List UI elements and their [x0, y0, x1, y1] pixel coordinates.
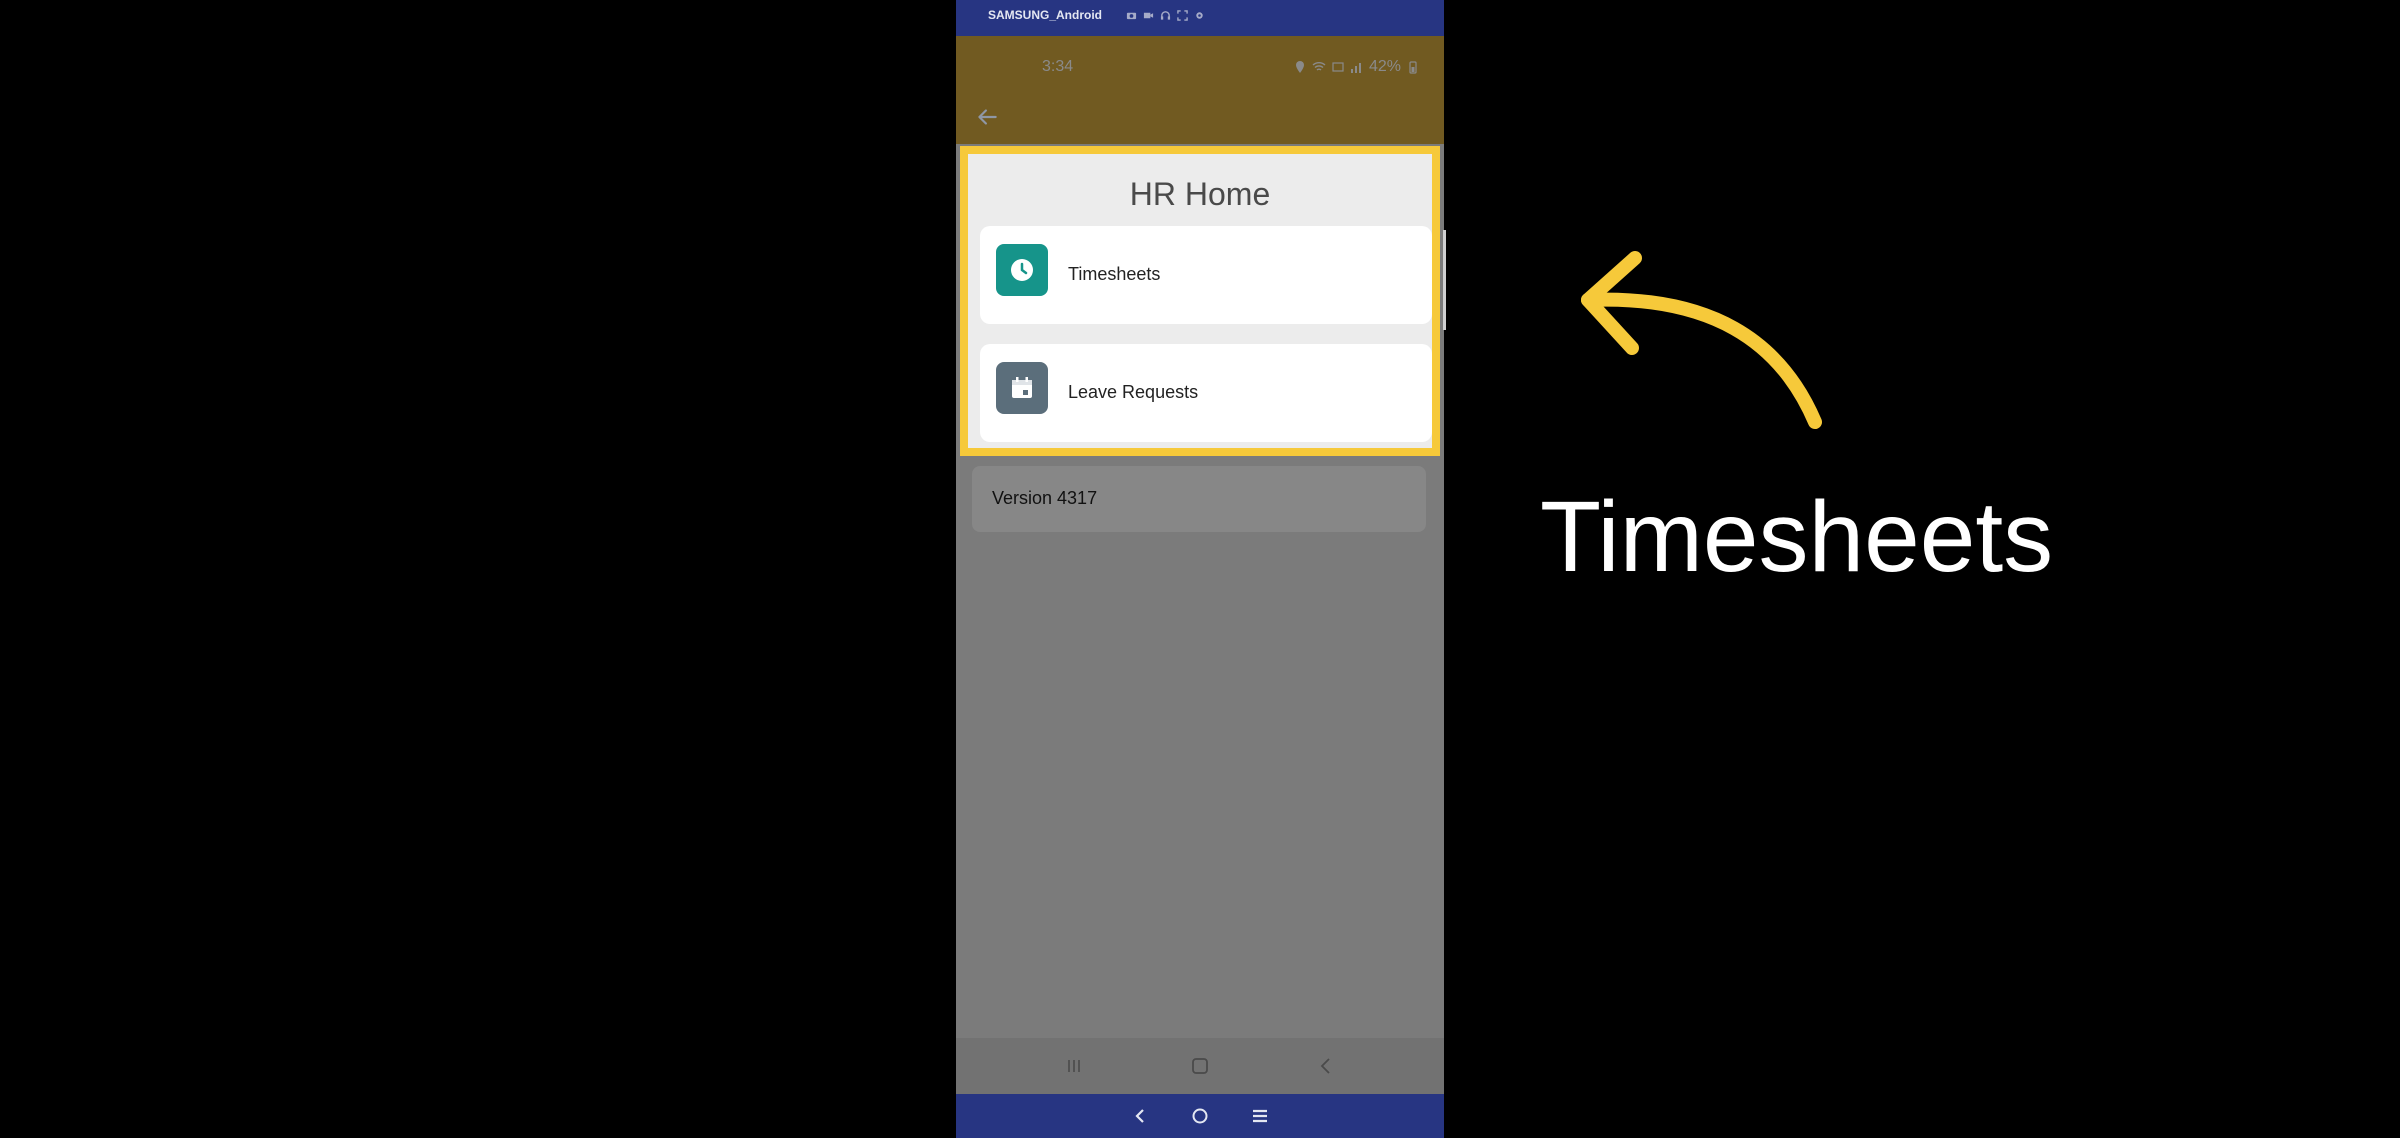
clock-icon [996, 244, 1048, 296]
record-icon[interactable] [1143, 10, 1154, 21]
home-icon[interactable] [1188, 1054, 1212, 1078]
leave-requests-label: Leave Requests [1068, 382, 1199, 402]
wifi-icon [1312, 60, 1326, 74]
timesheets-card[interactable]: Timesheets [980, 226, 1432, 324]
screen-mirror-title-bar: SAMSUNG_Android [956, 0, 1444, 36]
mirror-nav-bar [956, 1094, 1444, 1138]
device-name: SAMSUNG_Android [988, 8, 1102, 22]
app-bar: 3:34 42% [956, 36, 1444, 144]
mirror-back-icon[interactable] [1128, 1104, 1152, 1128]
back-arrow-icon[interactable] [974, 104, 1000, 130]
headset-icon[interactable] [1160, 10, 1171, 21]
status-time: 3:34 [1042, 58, 1074, 75]
data-icon [1331, 60, 1345, 74]
mirror-menu-icon[interactable] [1248, 1104, 1272, 1128]
signal-icon [1350, 60, 1364, 74]
annotation-caption: Timesheets [1540, 481, 2054, 593]
screenshot-icon[interactable] [1126, 10, 1137, 21]
location-icon [1293, 60, 1307, 74]
timesheets-label: Timesheets [1068, 264, 1161, 284]
page-title: HR Home [1129, 176, 1271, 212]
battery-icon [1406, 60, 1420, 74]
android-nav-bar [956, 1038, 1444, 1094]
status-icons: 42% [1293, 58, 1420, 76]
mirror-home-icon[interactable] [1188, 1104, 1212, 1128]
hr-home-highlight-panel: HR Home Timesheets Leave Requests [960, 146, 1440, 456]
fullscreen-icon[interactable] [1177, 10, 1188, 21]
version-label: Version 4317 [992, 488, 1098, 508]
calendar-icon [996, 362, 1048, 414]
version-card: Version 4317 [972, 466, 1426, 532]
recent-apps-icon[interactable] [1062, 1054, 1086, 1078]
back-icon[interactable] [1314, 1054, 1338, 1078]
mirror-toolbar [1126, 10, 1205, 21]
leave-requests-card[interactable]: Leave Requests [980, 344, 1432, 442]
scrollbar[interactable] [1443, 230, 1446, 330]
annotation-arrow-icon [1560, 240, 1850, 440]
settings-icon[interactable] [1194, 10, 1205, 21]
battery-percent: 42% [1368, 58, 1401, 75]
